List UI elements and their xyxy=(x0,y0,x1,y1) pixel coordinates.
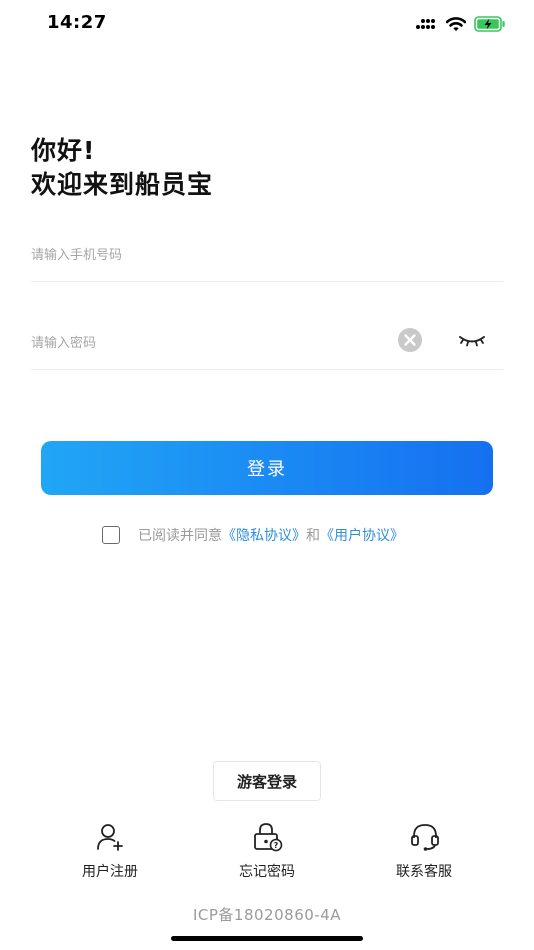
password-input[interactable] xyxy=(31,328,371,358)
customer-service-action[interactable]: 联系客服 xyxy=(369,822,479,882)
guest-login-button[interactable]: 游客登录 xyxy=(213,761,321,801)
clear-input-icon[interactable] xyxy=(397,327,423,353)
register-action[interactable]: 用户注册 xyxy=(55,822,165,882)
agreement-prefix: 已阅读并同意 xyxy=(138,528,222,544)
greeting-hello: 你好! xyxy=(31,136,96,165)
greeting: 你好! 欢迎来到船员宝 xyxy=(31,134,213,202)
icp-license: ICP备18020860-4A xyxy=(192,906,341,924)
agreement-conjunction: 和 xyxy=(306,528,320,544)
home-indicator xyxy=(171,936,363,941)
register-label: 用户注册 xyxy=(82,864,138,880)
eye-closed-icon[interactable] xyxy=(457,328,487,352)
battery-charging-icon xyxy=(474,16,506,32)
cellular-signal-icon xyxy=(416,17,438,31)
agreement-row: 已阅读并同意 《隐私协议》 和 《用户协议》 xyxy=(102,524,404,546)
status-time: 14:27 xyxy=(47,12,107,33)
login-button[interactable]: 登录 xyxy=(41,441,493,495)
user-agreement-link[interactable]: 《用户协议》 xyxy=(320,525,404,545)
headset-icon xyxy=(411,824,439,851)
forgot-password-label: 忘记密码 xyxy=(239,864,295,880)
svg-text:?: ? xyxy=(274,841,279,850)
status-icons xyxy=(416,14,506,34)
greeting-welcome: 欢迎来到船员宝 xyxy=(31,170,214,199)
privacy-policy-link[interactable]: 《隐私协议》 xyxy=(222,525,306,545)
password-field xyxy=(31,318,503,370)
customer-service-label: 联系客服 xyxy=(396,864,452,880)
agree-checkbox[interactable] xyxy=(102,526,120,544)
wifi-icon xyxy=(446,16,466,32)
lock-question-icon: ? xyxy=(254,823,283,852)
forgot-password-action[interactable]: ? 忘记密码 xyxy=(212,822,322,882)
user-add-icon xyxy=(97,824,123,851)
status-bar: 14:27 xyxy=(0,0,534,48)
phone-input[interactable] xyxy=(31,240,371,270)
phone-field xyxy=(31,230,503,282)
